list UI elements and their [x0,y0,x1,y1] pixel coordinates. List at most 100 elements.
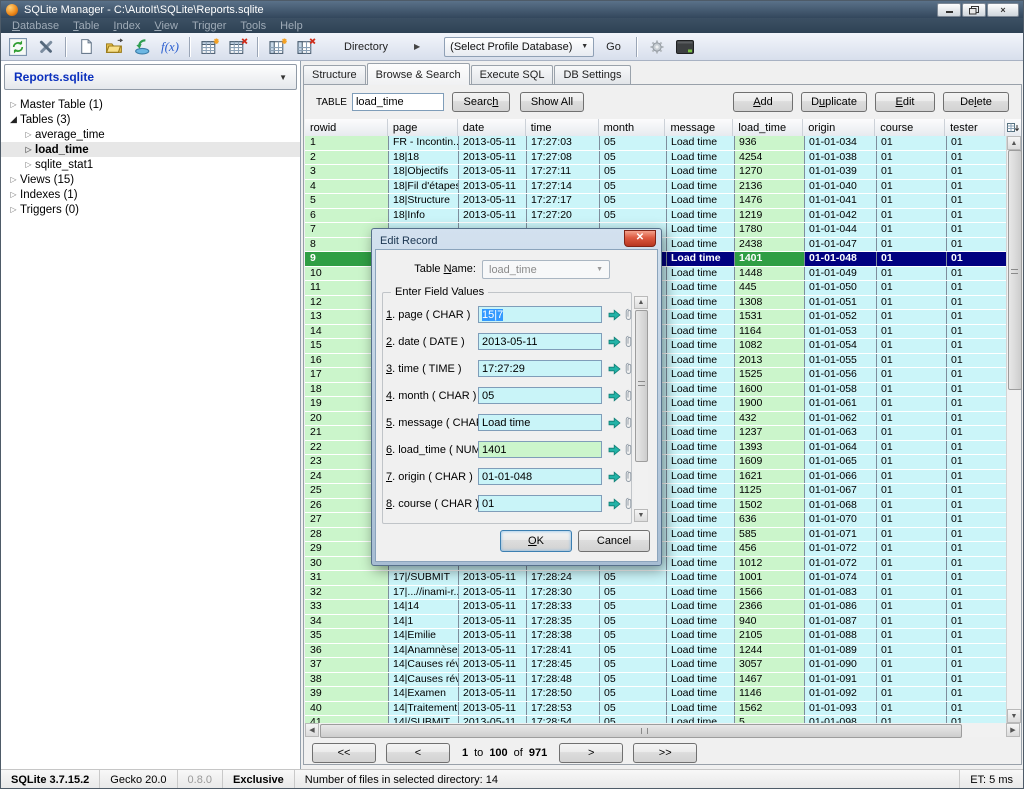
cell-month[interactable]: 05 [599,136,666,150]
create-table-button[interactable] [198,36,222,58]
cell-date[interactable]: 2013-05-11 [458,586,526,600]
dialog-scrollbar[interactable]: ▲ ▼ [634,296,648,522]
scroll-right-arrow[interactable]: ▶ [1006,723,1020,737]
cell-tester[interactable]: 01 [946,296,1006,310]
table-row[interactable]: 218|182013-05-1117:27:0805Load time42540… [305,151,1006,166]
vertical-scrollbar[interactable]: ▲ ▼ [1006,136,1021,723]
cell-load_time[interactable]: 1082 [734,339,804,353]
cell-time[interactable]: 17:28:24 [526,571,599,585]
cell-tester[interactable]: 01 [946,687,1006,701]
cell-tester[interactable]: 01 [946,136,1006,150]
profile-database-select[interactable]: (Select Profile Database) ▼ [444,37,594,57]
collapsed-icon[interactable]: ▷ [22,130,35,139]
cell-rowid[interactable]: 6 [305,209,388,223]
cell-tester[interactable]: 01 [946,310,1006,324]
tree-item-views-15-[interactable]: ▷Views (15) [1,172,300,187]
cell-course[interactable]: 01 [876,252,946,266]
cell-date[interactable]: 2013-05-11 [458,209,526,223]
cell-origin[interactable]: 01-01-071 [804,528,876,542]
field-input[interactable]: 05 [478,387,602,404]
cell-time[interactable]: 17:28:50 [526,687,599,701]
cell-month[interactable]: 05 [599,629,666,643]
cell-rowid[interactable]: 40 [305,702,388,716]
cell-load_time[interactable]: 585 [734,528,804,542]
cell-time[interactable]: 17:28:48 [526,673,599,687]
paperclip-icon[interactable] [625,335,632,348]
cell-course[interactable]: 01 [876,209,946,223]
cell-load_time[interactable]: 1562 [734,702,804,716]
cell-tester[interactable]: 01 [946,629,1006,643]
apply-arrow-icon[interactable] [608,363,621,375]
cell-tester[interactable]: 01 [946,325,1006,339]
apply-arrow-icon[interactable] [608,444,621,456]
field-input[interactable]: 2013-05-11 [478,333,602,350]
cell-course[interactable]: 01 [876,339,946,353]
cell-time[interactable]: 17:28:41 [526,644,599,658]
cell-load_time[interactable]: 445 [734,281,804,295]
cell-date[interactable]: 2013-05-11 [458,644,526,658]
cell-course[interactable]: 01 [876,194,946,208]
cell-tester[interactable]: 01 [946,716,1006,723]
cell-tester[interactable]: 01 [946,180,1006,194]
cell-tester[interactable]: 01 [946,673,1006,687]
cell-load_time[interactable]: 1531 [734,310,804,324]
cell-tester[interactable]: 01 [946,702,1006,716]
cell-time[interactable]: 17:28:38 [526,629,599,643]
cell-message[interactable]: Load time [666,136,734,150]
column-header-load_time[interactable]: load_time [733,119,803,136]
cell-load_time[interactable]: 1525 [734,368,804,382]
cell-message[interactable]: Load time [666,571,734,585]
collapsed-icon[interactable]: ▷ [7,100,20,109]
next-page-button[interactable]: > [559,743,623,763]
cell-course[interactable]: 01 [876,238,946,252]
cell-tester[interactable]: 01 [946,267,1006,281]
function-button[interactable]: f(x) [158,36,182,58]
cell-page[interactable]: 17|...//inami-r... [388,586,458,600]
console-button[interactable] [673,36,697,58]
cell-month[interactable]: 05 [599,151,666,165]
cell-course[interactable]: 01 [876,397,946,411]
cell-course[interactable]: 01 [876,325,946,339]
field-input[interactable]: 1401 [478,441,602,458]
cell-origin[interactable]: 01-01-072 [804,542,876,556]
cell-date[interactable]: 2013-05-11 [458,687,526,701]
cell-message[interactable]: Load time [666,557,734,571]
cell-origin[interactable]: 01-01-040 [804,180,876,194]
dialog-close-button[interactable]: ✕ [624,230,656,247]
cell-message[interactable]: Load time [666,310,734,324]
cell-date[interactable]: 2013-05-11 [458,615,526,629]
collapsed-icon[interactable]: ▷ [7,175,20,184]
cell-course[interactable]: 01 [876,644,946,658]
cell-tester[interactable]: 01 [946,571,1006,585]
column-picker-icon[interactable] [1005,119,1021,136]
cell-page[interactable]: 14|Emilie [388,629,458,643]
tree-item-master-table-1-[interactable]: ▷Master Table (1) [1,97,300,112]
cell-rowid[interactable]: 5 [305,194,388,208]
delete-record-button[interactable]: Delete [943,92,1009,112]
cell-rowid[interactable]: 31 [305,571,388,585]
cell-load_time[interactable]: 1146 [734,687,804,701]
cell-message[interactable]: Load time [666,281,734,295]
cell-origin[interactable]: 01-01-092 [804,687,876,701]
cell-tester[interactable]: 01 [946,586,1006,600]
close-button[interactable]: × [987,3,1019,17]
cell-month[interactable]: 05 [599,687,666,701]
tab-structure[interactable]: Structure [303,65,366,84]
cell-load_time[interactable]: 432 [734,412,804,426]
cell-rowid[interactable]: 41 [305,716,388,723]
cell-message[interactable]: Load time [666,629,734,643]
cell-page[interactable]: 17|/SUBMIT [388,571,458,585]
cell-origin[interactable]: 01-01-090 [804,658,876,672]
cell-tester[interactable]: 01 [946,397,1006,411]
cell-load_time[interactable]: 2013 [734,354,804,368]
scroll-left-arrow[interactable]: ◀ [305,723,319,737]
cell-load_time[interactable]: 1393 [734,441,804,455]
cell-course[interactable]: 01 [876,354,946,368]
edit-record-button[interactable]: Edit [875,92,935,112]
cell-origin[interactable]: 01-01-087 [804,615,876,629]
cell-origin[interactable]: 01-01-086 [804,600,876,614]
cell-origin[interactable]: 01-01-093 [804,702,876,716]
scroll-down-arrow[interactable]: ▼ [634,509,648,522]
column-header-origin[interactable]: origin [803,119,875,136]
menu-item[interactable]: View [147,20,185,32]
